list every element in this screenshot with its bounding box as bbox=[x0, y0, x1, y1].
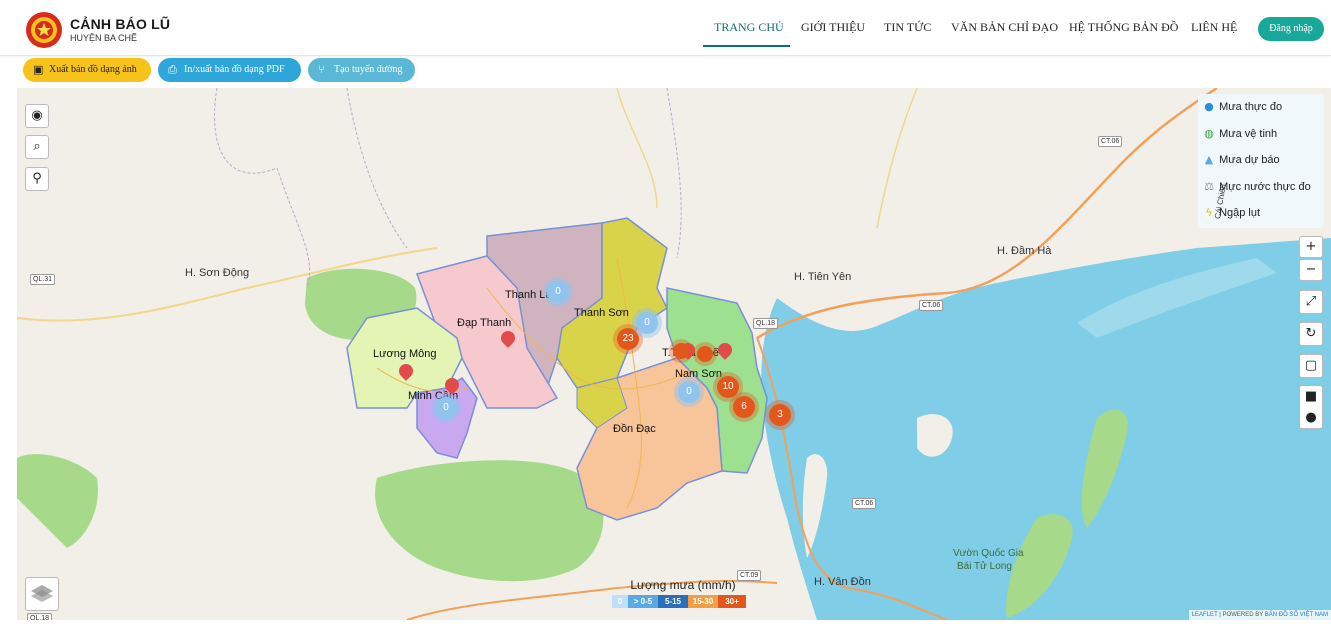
layer-label: Mưa vệ tinh bbox=[1219, 128, 1278, 140]
commune-label: Thanh Sơn bbox=[574, 307, 629, 319]
area-chart-icon: ▲ bbox=[1204, 153, 1214, 166]
map-canvas[interactable]: ◉ ⌕ ⚲ ● Mưa thực đo ◍ Mưa vệ tinh ▲ Mưa … bbox=[17, 88, 1331, 620]
layer-switcher-button[interactable] bbox=[25, 577, 59, 611]
commune-label: Lương Mông bbox=[373, 348, 437, 360]
rain-bin: > 0-5 bbox=[628, 595, 658, 608]
rain-station[interactable]: 0 bbox=[678, 381, 700, 403]
place-label: Vườn Quốc Gia bbox=[953, 548, 1024, 559]
nav-van-ban-chi-dao[interactable]: VĂN BẢN CHỈ ĐẠO bbox=[951, 20, 1058, 35]
globe-icon: ◍ bbox=[1204, 127, 1214, 140]
road-marker: QL.18 bbox=[27, 613, 53, 620]
leaflet-link[interactable]: LEAFLET bbox=[1192, 612, 1218, 618]
export-pdf-button[interactable]: ⎙ In/xuất bản đồ dạng PDF bbox=[158, 58, 301, 82]
login-button[interactable]: Đăng nhập bbox=[1258, 17, 1324, 41]
app-subtitle: HUYỆN BA CHẼ bbox=[70, 33, 138, 43]
rain-cluster[interactable]: 10 bbox=[717, 376, 739, 398]
place-label: H. Sơn Động bbox=[185, 267, 250, 279]
place-label: H. Vân Đồn bbox=[814, 576, 871, 588]
layer-mua-ve-tinh[interactable]: ◍ Mưa vệ tinh bbox=[1202, 125, 1277, 143]
place-label: H. Đầm Hà bbox=[997, 245, 1052, 257]
refresh-icon[interactable]: ↻ bbox=[1299, 322, 1323, 346]
frame-icon[interactable]: ▢ bbox=[1299, 354, 1323, 378]
rain-station[interactable]: 0 bbox=[636, 312, 658, 334]
attribution-text: | POWERED BY bbox=[1219, 612, 1264, 618]
camera-icon[interactable]: ◉ bbox=[25, 104, 49, 128]
road-marker: CT.06 bbox=[852, 498, 877, 509]
rain-bin: 30+ bbox=[718, 595, 746, 608]
zoom-in-button[interactable]: + bbox=[1299, 236, 1323, 258]
app-title: CẢNH BÁO LŨ bbox=[70, 16, 171, 32]
top-header: CẢNH BÁO LŨ HUYỆN BA CHẼ TRANG CHỦ GIỚI … bbox=[0, 0, 1331, 56]
layer-label: Ngập lụt bbox=[1219, 207, 1261, 219]
road-marker: QL.18 bbox=[753, 318, 779, 329]
nav-tin-tuc[interactable]: TIN TỨC bbox=[884, 20, 931, 35]
export-pdf-label: In/xuất bản đồ dạng PDF bbox=[184, 64, 285, 75]
rain-station[interactable]: 0 bbox=[435, 397, 457, 419]
water-drop-icon: ● bbox=[1204, 100, 1214, 113]
route-icon: ⑂ bbox=[318, 63, 325, 76]
layer-ngap-lut[interactable]: ϟ Ngập lụt bbox=[1202, 204, 1260, 222]
active-nav-indicator bbox=[703, 45, 790, 47]
rain-cluster[interactable]: 23 bbox=[617, 328, 639, 350]
nav-he-thong-ban-do[interactable]: HỆ THỐNG BẢN ĐỒ bbox=[1069, 20, 1178, 35]
create-route-button[interactable]: ⑂ Tạo tuyến đường bbox=[308, 58, 415, 82]
draw-circle-icon[interactable]: ● bbox=[1300, 407, 1322, 428]
nav-trang-chu[interactable]: TRANG CHỦ bbox=[714, 20, 784, 35]
image-icon: ▣ bbox=[33, 63, 44, 76]
fullscreen-icon[interactable]: ⤢ bbox=[1299, 290, 1323, 314]
nav-lien-he[interactable]: LIÊN HỆ bbox=[1191, 20, 1237, 35]
commune-label: Nam Sơn bbox=[675, 368, 722, 380]
place-label: Bái Tử Long bbox=[957, 561, 1012, 572]
layer-label: Mực nước thực đo bbox=[1219, 181, 1311, 193]
rain-legend-title: Lượng mưa (mm/h) bbox=[613, 578, 753, 592]
layer-mua-thuc-do[interactable]: ● Mưa thực đo bbox=[1202, 98, 1282, 116]
provider-link[interactable]: BẢN ĐỒ SỐ VIỆT NAM bbox=[1265, 612, 1328, 618]
rain-station[interactable]: 0 bbox=[547, 281, 569, 303]
search-icon[interactable]: ⌕ bbox=[25, 135, 49, 159]
rain-bin: 0 bbox=[612, 595, 628, 608]
nav-gioi-thieu[interactable]: GIỚI THIỆU bbox=[801, 20, 865, 35]
draw-rectangle-icon[interactable]: ■ bbox=[1300, 386, 1322, 407]
map-attribution: LEAFLET | POWERED BY BẢN ĐỒ SỐ VIỆT NAM bbox=[1188, 610, 1331, 620]
printer-icon: ⎙ bbox=[168, 63, 177, 76]
rain-cluster[interactable]: 3 bbox=[769, 404, 791, 426]
rain-cluster[interactable]: 6 bbox=[733, 396, 755, 418]
place-label: H. Tiên Yên bbox=[794, 271, 852, 283]
rain-cluster[interactable] bbox=[697, 346, 713, 362]
road-marker: CT.06 bbox=[919, 300, 944, 311]
zoom-out-button[interactable]: − bbox=[1299, 259, 1323, 281]
scale-icon: ⚖ bbox=[1204, 180, 1214, 193]
rain-bin: 15-30 bbox=[688, 595, 718, 608]
layer-mua-du-bao[interactable]: ▲ Mưa dự báo bbox=[1202, 151, 1280, 169]
layers-icon bbox=[31, 585, 53, 602]
rain-legend-scale: 0 > 0-5 5-15 15-30 30+ bbox=[612, 595, 746, 608]
national-emblem-icon bbox=[26, 12, 62, 48]
layer-label: Mưa dự báo bbox=[1219, 154, 1280, 166]
create-route-label: Tạo tuyến đường bbox=[334, 64, 403, 75]
rain-legend-label: Lượng mưa (mm/h) bbox=[630, 578, 736, 592]
commune-label: Đồn Đạc bbox=[613, 423, 656, 435]
export-image-button[interactable]: ▣ Xuất bản đồ dạng ảnh bbox=[23, 58, 151, 82]
road-marker: QL.31 bbox=[30, 274, 56, 285]
draw-tools: ■ ● bbox=[1299, 385, 1323, 429]
export-image-label: Xuất bản đồ dạng ảnh bbox=[49, 64, 137, 75]
road-marker: CT.06 bbox=[1098, 136, 1123, 147]
layer-label: Mưa thực đo bbox=[1219, 101, 1283, 113]
rain-bin: 5-15 bbox=[658, 595, 688, 608]
rain-cluster[interactable] bbox=[673, 343, 689, 359]
location-pin-icon[interactable]: ⚲ bbox=[25, 167, 49, 191]
commune-label: Đạp Thanh bbox=[457, 317, 512, 329]
